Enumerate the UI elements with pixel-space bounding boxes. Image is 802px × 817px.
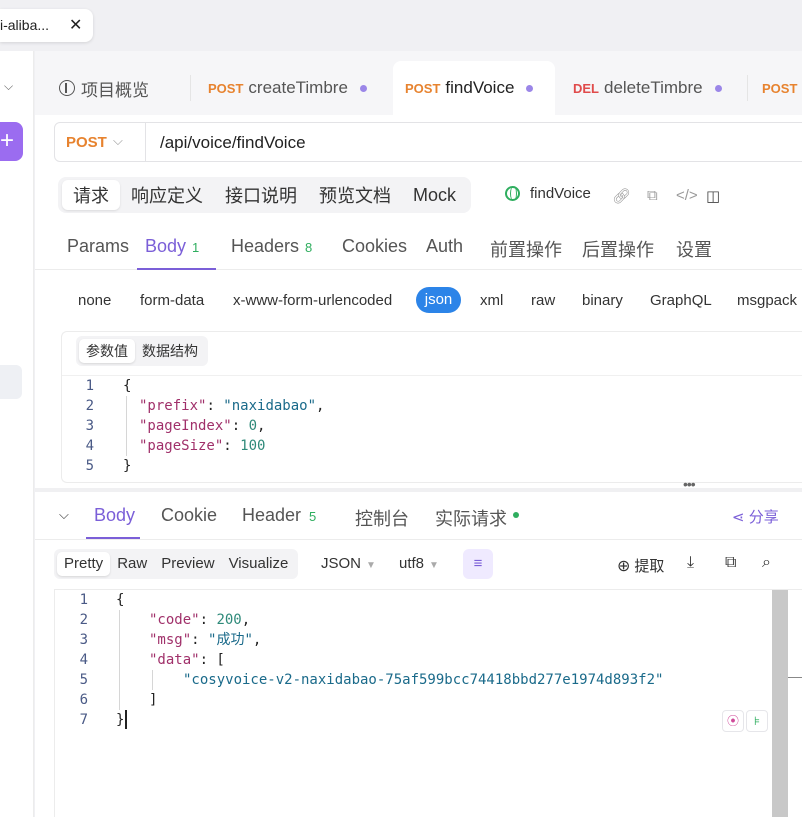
share-icon: ⋖ bbox=[732, 509, 745, 526]
tab-create-timbre[interactable]: POST createTimbre bbox=[192, 61, 392, 115]
add-button[interactable]: + bbox=[0, 122, 23, 161]
tab-label: 项目概览 bbox=[81, 80, 149, 100]
ptab-cookies[interactable]: Cookies bbox=[342, 236, 407, 257]
body-type-none[interactable]: none bbox=[78, 292, 111, 309]
subtab-api-doc[interactable]: 接口说明 bbox=[214, 180, 308, 210]
body-type-json[interactable]: json bbox=[416, 287, 461, 313]
download-icon[interactable]: ⤓ bbox=[687, 554, 694, 572]
tab-label: deleteTimbre bbox=[604, 78, 703, 97]
panel-icon[interactable]: ◫ bbox=[706, 187, 720, 205]
rtab-actual-request[interactable]: 实际请求 bbox=[435, 505, 519, 531]
method-badge: POST bbox=[208, 80, 244, 96]
request-body-editor[interactable]: 参数值 数据结构 1 2 3 4 5 { "prefix": "naxidaba… bbox=[61, 331, 802, 483]
format-icon[interactable]: ⊧ bbox=[746, 710, 768, 732]
ptab-pre-script[interactable]: 前置操作 bbox=[490, 236, 562, 262]
rtab-cookie[interactable]: Cookie bbox=[161, 505, 217, 526]
ptab-auth[interactable]: Auth bbox=[426, 236, 463, 257]
body-type-raw[interactable]: raw bbox=[531, 292, 555, 309]
code-icon[interactable]: </> bbox=[676, 187, 698, 204]
globe-icon bbox=[505, 186, 520, 201]
body-type-urlencoded[interactable]: x-www-form-urlencoded bbox=[233, 292, 392, 309]
tab-label: createTimbre bbox=[248, 78, 348, 97]
unsaved-dot bbox=[714, 84, 722, 92]
drag-handle-icon[interactable]: ••• bbox=[683, 476, 696, 492]
api-tab-bar: 项目概览 POST createTimbre POST findVoice DE… bbox=[35, 51, 802, 115]
operation-name: findVoice bbox=[505, 185, 591, 202]
left-rail: ⌵ + bbox=[0, 51, 34, 817]
scrollbar[interactable] bbox=[772, 590, 788, 817]
encoding-select[interactable]: utf8 ▼ bbox=[399, 555, 439, 572]
subtab-response-definition[interactable]: 响应定义 bbox=[120, 180, 214, 210]
response-tabs: ⌵ Body Cookie Header 5 控制台 实际请求 bbox=[35, 492, 802, 540]
format-visualize[interactable]: Visualize bbox=[222, 552, 296, 576]
active-tab-underline bbox=[86, 537, 140, 539]
close-icon[interactable]: ✕ bbox=[69, 15, 82, 35]
body-type-graphql[interactable]: GraphQL bbox=[650, 292, 712, 309]
ptab-settings[interactable]: 设置 bbox=[676, 236, 712, 262]
subtab-preview-doc[interactable]: 预览文档 bbox=[308, 180, 402, 210]
ptab-params[interactable]: Params bbox=[67, 236, 129, 257]
format-pretty[interactable]: Pretty bbox=[57, 552, 111, 576]
operation-name-text: findVoice bbox=[530, 185, 591, 202]
url-bar: POST ⌵ /api/voice/findVoice bbox=[54, 122, 802, 162]
window-tab-title: i-aliba... bbox=[0, 17, 50, 33]
editor-mode-toggle: 参数值 数据结构 bbox=[76, 336, 208, 366]
tab-find-voice[interactable]: POST findVoice bbox=[393, 61, 555, 115]
request-sub-tabs: 请求 响应定义 接口说明 预览文档 Mock bbox=[58, 177, 472, 213]
subtab-mock[interactable]: Mock bbox=[402, 180, 467, 210]
ptab-headers[interactable]: Headers 8 bbox=[231, 236, 312, 257]
method-badge: POST bbox=[762, 80, 798, 96]
copy-icon[interactable]: ⧉ bbox=[647, 187, 658, 204]
text-cursor bbox=[125, 710, 127, 729]
overview-icon bbox=[59, 80, 75, 96]
collapse-chevron-icon[interactable]: ⌵ bbox=[59, 507, 69, 523]
copy-icon[interactable]: ⧉ bbox=[725, 554, 736, 572]
ptab-post-script[interactable]: 后置操作 bbox=[582, 236, 654, 262]
subtab-request[interactable]: 请求 bbox=[62, 180, 120, 210]
search-icon[interactable]: ⌕ bbox=[762, 554, 771, 572]
param-tabs: Params Body 1 Headers 8 Cookies Auth 前置操作 … bbox=[35, 222, 802, 270]
upload-icon: ⊕ bbox=[617, 557, 631, 575]
response-format-toggle: Pretty Raw Preview Visualize bbox=[54, 549, 299, 579]
unsaved-dot bbox=[526, 84, 534, 92]
body-type-xml[interactable]: xml bbox=[480, 292, 503, 309]
ptab-body[interactable]: Body 1 bbox=[145, 236, 199, 257]
mode-schema[interactable]: 数据结构 bbox=[135, 339, 205, 363]
window-tab[interactable]: i-aliba... ✕ bbox=[0, 9, 93, 42]
content-type-select[interactable]: JSON ▼ bbox=[321, 555, 376, 572]
expand-icon[interactable]: ⦿ bbox=[722, 710, 744, 732]
body-type-msgpack[interactable]: msgpack bbox=[737, 292, 797, 309]
chevron-down-icon[interactable]: ⌵ bbox=[113, 133, 123, 149]
mode-values[interactable]: 参数值 bbox=[79, 339, 135, 363]
rtab-header[interactable]: Header 5 bbox=[242, 505, 316, 526]
rtab-console[interactable]: 控制台 bbox=[355, 505, 409, 531]
chevron-down-icon[interactable]: ⌵ bbox=[4, 79, 13, 94]
rtab-body[interactable]: Body bbox=[94, 505, 135, 526]
format-preview[interactable]: Preview bbox=[154, 552, 221, 576]
tab-project-overview[interactable]: 项目概览 bbox=[59, 61, 191, 115]
window-tab-strip: i-aliba... ✕ bbox=[0, 0, 802, 51]
tab-overflow[interactable]: POST bbox=[762, 61, 802, 115]
body-type-binary[interactable]: binary bbox=[582, 292, 623, 309]
tab-delete-timbre[interactable]: DEL deleteTimbre bbox=[557, 61, 748, 115]
main-panel: 项目概览 POST createTimbre POST findVoice DE… bbox=[35, 51, 802, 817]
active-tab-underline bbox=[137, 268, 216, 270]
response-code: 1 2 3 4 5 6 7 { "code": 200, "msg": "成功"… bbox=[79, 592, 664, 728]
method-badge: POST bbox=[405, 80, 441, 96]
rail-selected-item[interactable] bbox=[0, 365, 22, 399]
tab-label: findVoice bbox=[445, 78, 515, 97]
body-type-form-data[interactable]: form-data bbox=[140, 292, 204, 309]
link-icon[interactable]: 🔗︎ bbox=[612, 187, 631, 205]
share-button[interactable]: ⋖ 分享 bbox=[732, 506, 779, 527]
wrap-lines-button[interactable]: ≡ bbox=[463, 549, 493, 579]
format-raw[interactable]: Raw bbox=[110, 552, 154, 576]
url-input[interactable]: /api/voice/findVoice bbox=[160, 133, 306, 153]
method-select[interactable]: POST bbox=[66, 134, 107, 151]
unsaved-dot bbox=[359, 84, 367, 92]
extract-button[interactable]: ⊕ 提取 bbox=[617, 555, 664, 576]
method-badge: DEL bbox=[573, 80, 599, 96]
